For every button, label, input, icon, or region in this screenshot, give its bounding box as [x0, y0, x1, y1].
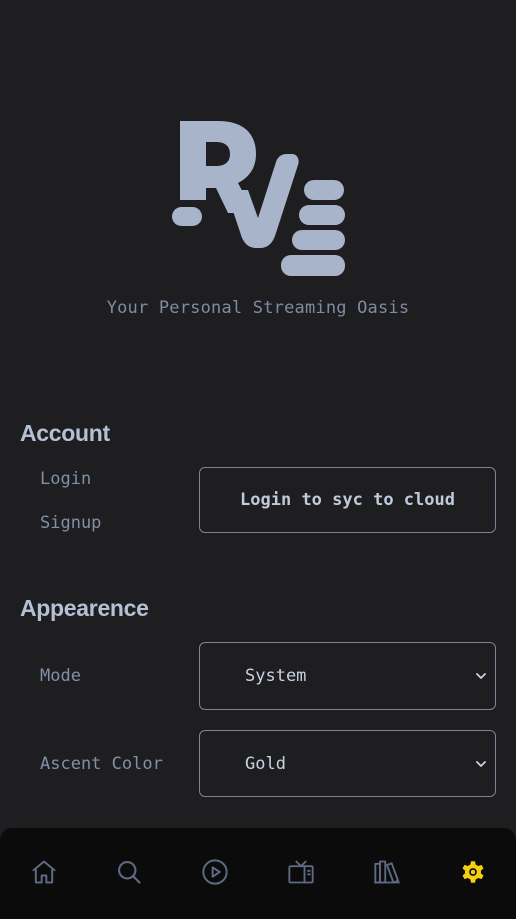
tv-icon	[288, 860, 314, 884]
nav-home[interactable]	[29, 857, 59, 887]
nav-search[interactable]	[114, 857, 144, 887]
chevron-down-icon	[476, 760, 486, 767]
signup-link[interactable]: Signup	[40, 513, 101, 533]
nav-play[interactable]	[200, 857, 230, 887]
login-link[interactable]: Login	[40, 469, 91, 489]
accent-color-select-value: Gold	[245, 753, 286, 774]
nav-tv[interactable]	[286, 857, 316, 887]
accent-color-select[interactable]: Gold	[199, 730, 496, 797]
home-icon	[32, 860, 56, 884]
login-to-cloud-button[interactable]: Login to syc to cloud	[199, 467, 496, 533]
settings-gear-icon	[462, 861, 484, 883]
nav-library[interactable]	[372, 857, 402, 887]
play-circle-icon	[202, 859, 228, 885]
tagline: Your Personal Streaming Oasis	[106, 298, 410, 318]
accent-color-label: Ascent Color	[40, 754, 163, 774]
mode-select-value: System	[245, 666, 307, 686]
rv-logo-icon	[172, 121, 345, 276]
account-section-title: Account	[20, 420, 110, 446]
mode-select[interactable]: System	[199, 642, 496, 710]
nav-settings[interactable]	[458, 857, 488, 887]
bottom-navigation-bar	[0, 828, 516, 919]
chevron-down-icon	[476, 673, 486, 679]
appearance-section-title: Appearence	[20, 595, 149, 621]
mode-label: Mode	[40, 666, 81, 686]
library-icon	[374, 860, 400, 884]
search-icon	[118, 861, 141, 884]
